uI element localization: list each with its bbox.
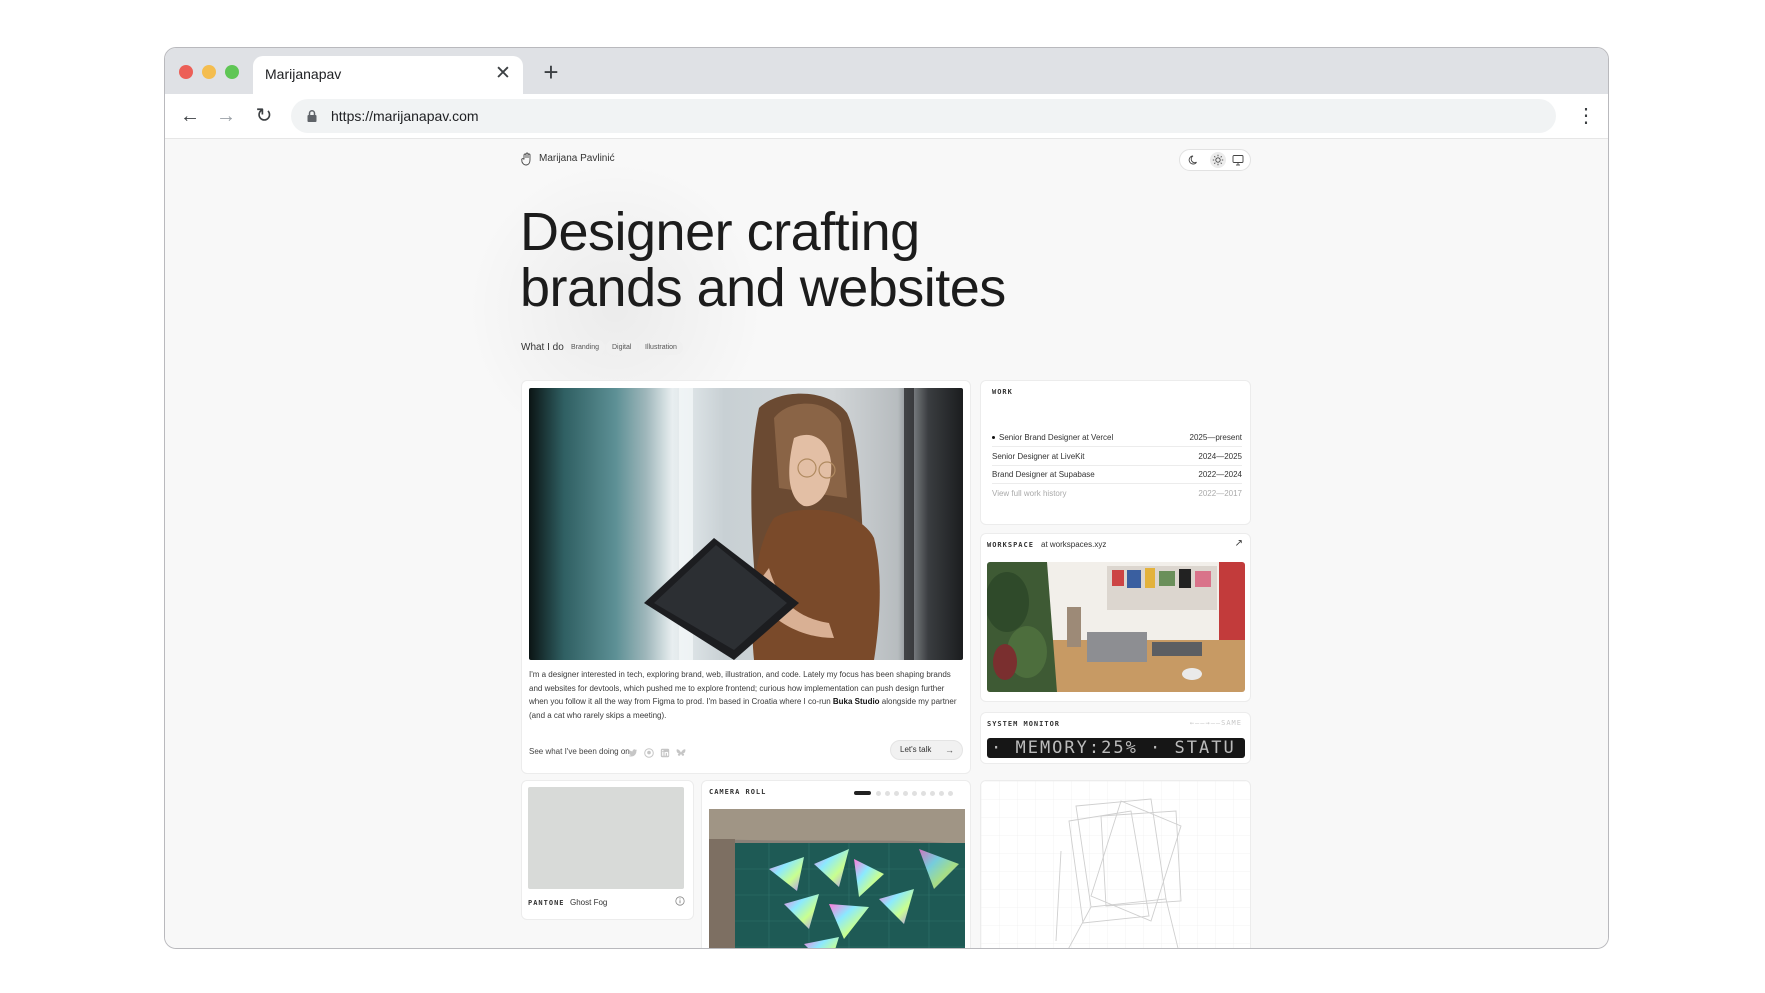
arrow-right-icon: → <box>945 745 954 755</box>
close-window-button[interactable] <box>179 65 193 79</box>
work-years: 2022—2024 <box>1198 470 1242 479</box>
sun-icon[interactable] <box>1210 152 1226 168</box>
external-link-icon[interactable]: ↗ <box>1235 538 1243 549</box>
work-history-link[interactable]: View full work history 2022—2017 <box>992 482 1242 502</box>
browser-menu-icon[interactable]: ⋮ <box>1576 103 1596 129</box>
site-header: Marijana Pavlinić <box>521 149 1251 171</box>
work-role: Senior Designer at LiveKit <box>992 452 1085 461</box>
work-role: View full work history <box>992 489 1067 498</box>
workspace-card[interactable]: WORKSPACE at workspaces.xyz ↗ <box>980 533 1251 702</box>
carousel-dot[interactable] <box>921 791 926 796</box>
hero-title-line-1: Designer crafting <box>520 202 920 262</box>
sketch-card <box>980 780 1251 948</box>
work-item: Senior Brand Designer at Vercel 2025—pre… <box>992 426 1242 447</box>
pantone-label: PANTONE <box>528 899 565 907</box>
camera-roll-card: CAMERA ROLL <box>701 780 971 948</box>
workspace-link[interactable]: at workspaces.xyz <box>1041 540 1106 549</box>
tag-illustration: Illustration <box>639 340 683 355</box>
workspace-label: WORKSPACE <box>987 541 1034 549</box>
moon-icon[interactable] <box>1188 154 1200 166</box>
work-role: Senior Brand Designer at Vercel <box>992 433 1113 442</box>
pantone-color-name: Ghost Fog <box>570 898 608 907</box>
browser-window: Marijanapav ✕ + ← → ↻ https://marijanapa… <box>164 47 1609 949</box>
hero-title: Designer crafting brands and websites <box>520 204 1220 316</box>
carousel-dot[interactable] <box>939 791 944 796</box>
work-years: 2024—2025 <box>1198 452 1242 461</box>
minimize-window-button[interactable] <box>202 65 216 79</box>
carousel-dot[interactable] <box>930 791 935 796</box>
carousel-dot[interactable] <box>912 791 917 796</box>
title-bar: Marijanapav ✕ + <box>165 48 1608 94</box>
hand-icon <box>521 152 531 166</box>
theme-switcher <box>1179 149 1251 171</box>
carousel-dot[interactable] <box>894 791 899 796</box>
carousel-dot[interactable] <box>885 791 890 796</box>
what-i-do-label: What I do <box>521 342 564 353</box>
url-text: https://marijanapav.com <box>331 108 479 124</box>
twitter-icon[interactable] <box>628 748 638 758</box>
carousel-dots <box>854 790 966 796</box>
address-bar[interactable]: https://marijanapav.com <box>291 99 1556 133</box>
work-role: Brand Designer at Supabase <box>992 470 1095 479</box>
lock-icon <box>307 110 317 122</box>
work-years: 2025—present <box>1189 433 1242 442</box>
studio-link[interactable]: Buka Studio <box>833 697 880 706</box>
work-years: 2022—2017 <box>1198 489 1242 498</box>
maximize-window-button[interactable] <box>225 65 239 79</box>
site-name[interactable]: Marijana Pavlinić <box>539 153 615 164</box>
color-swatch <box>528 787 684 889</box>
ticker-text: · MEMORY:25% · STATU <box>991 738 1236 758</box>
github-icon[interactable] <box>644 748 654 758</box>
info-icon[interactable] <box>675 896 685 906</box>
system-monitor-extra: ←——→——SAME <box>1189 719 1242 727</box>
bio-card: I'm a designer interested in tech, explo… <box>521 380 971 774</box>
portrait-photo <box>529 388 963 660</box>
page-viewport: Marijana Pavlinić Designer crafting bran… <box>165 139 1608 948</box>
system-monitor-card: SYSTEM MONITOR ←——→——SAME · MEMORY:25% ·… <box>980 712 1251 764</box>
new-tab-button[interactable]: + <box>537 58 565 86</box>
browser-tab[interactable]: Marijanapav ✕ <box>253 56 523 94</box>
bio-text: I'm a designer interested in tech, explo… <box>529 668 965 722</box>
monitor-icon[interactable] <box>1232 154 1244 166</box>
tab-title: Marijanapav <box>265 66 342 82</box>
linkedin-icon[interactable] <box>660 748 670 758</box>
reload-button[interactable]: ↻ <box>251 103 277 129</box>
hero-title-line-2: brands and websites <box>520 258 1006 318</box>
workspace-photo <box>987 562 1245 692</box>
lets-talk-label: Let's talk <box>900 745 932 754</box>
work-card: WORK Senior Brand Designer at Vercel 202… <box>980 380 1251 525</box>
browser-toolbar: ← → ↻ https://marijanapav.com ⋮ <box>165 94 1608 139</box>
pantone-card: PANTONE Ghost Fog <box>521 780 694 920</box>
forward-button[interactable]: → <box>213 103 239 129</box>
work-role-text: Senior Brand Designer at Vercel <box>999 433 1114 442</box>
social-label: See what I've been doing on <box>529 747 630 756</box>
carousel-dot[interactable] <box>903 791 908 796</box>
back-button[interactable]: ← <box>177 103 203 129</box>
carousel-dot[interactable] <box>948 791 953 796</box>
tag-branding: Branding <box>565 340 606 355</box>
tag-digital: Digital <box>606 340 638 355</box>
current-indicator <box>992 436 995 440</box>
close-icon[interactable]: ✕ <box>491 62 515 86</box>
work-item: Brand Designer at Supabase 2022—2024 <box>992 463 1242 484</box>
bluesky-icon[interactable] <box>676 748 686 758</box>
carousel-dot-active[interactable] <box>854 791 871 795</box>
system-monitor-label: SYSTEM MONITOR <box>987 720 1061 728</box>
work-label: WORK <box>992 388 1013 396</box>
carousel-dot[interactable] <box>876 791 881 796</box>
camera-roll-label: CAMERA ROLL <box>709 788 767 796</box>
led-ticker: · MEMORY:25% · STATU <box>987 738 1245 758</box>
sketch-illustration <box>981 781 1250 948</box>
camera-roll-photo <box>709 809 965 948</box>
lets-talk-button[interactable]: Let's talk → <box>890 740 963 760</box>
